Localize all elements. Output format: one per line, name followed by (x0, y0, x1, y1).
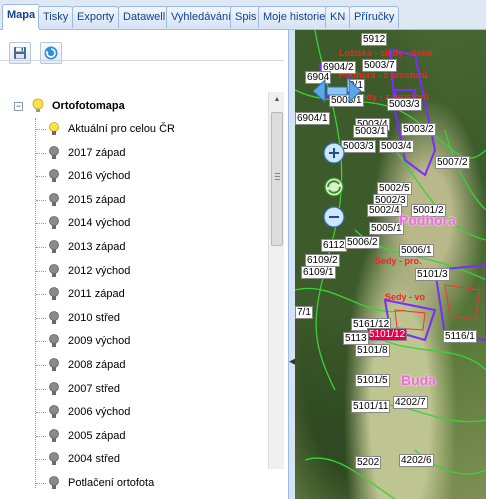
lightbulb-off-icon (49, 428, 59, 442)
tree-item-label: 2005 západ (68, 429, 126, 442)
lightbulb-off-icon (49, 287, 59, 301)
tree-item-label: 2012 východ (68, 264, 131, 277)
tree-item-label: 2009 východ (68, 335, 131, 348)
lightbulb-on-icon (49, 122, 59, 135)
tree-item-layer[interactable]: Aktuální pro celou ČR (48, 119, 175, 139)
collapse-toggle[interactable]: − (14, 101, 23, 111)
tree-item-label: 2013 západ (68, 241, 126, 253)
tree-item-label: 2015 západ (68, 193, 126, 206)
tree-item-label: 2007 střed (68, 382, 120, 395)
pan-arrows-icon (312, 78, 362, 104)
tree-root-label: Ortofotomapa (52, 100, 125, 112)
zoom-out-button[interactable] (323, 206, 345, 228)
pan-control[interactable] (312, 78, 362, 107)
tree-item-label: 2004 střed (68, 453, 120, 466)
tree-item-layer[interactable]: 2009 východ (48, 331, 130, 351)
tree-item-label: 2017 západ (68, 146, 126, 159)
tree-item-label: Potlačení ortofota (68, 477, 155, 489)
lightbulb-off-icon (49, 216, 59, 230)
lightbulb-off-icon (49, 405, 59, 419)
place-label-buda: Buda (401, 372, 436, 388)
tree-item-layer[interactable]: 2005 západ (48, 426, 126, 446)
tab-vyhledavani[interactable]: Vyhledávání (166, 6, 237, 28)
tree-item-layer[interactable]: 2012 východ (48, 261, 130, 281)
lightbulb-off-icon (49, 381, 59, 395)
lightbulb-off-icon (49, 145, 59, 159)
map-view[interactable]: Ložiska - sledy - doba Podhora - z prost… (295, 30, 486, 499)
zoom-extent-icon (324, 177, 344, 197)
lightbulb-off-icon (49, 358, 59, 371)
refresh-icon (44, 46, 58, 60)
tree-item-layer[interactable]: 2015 západ (48, 190, 126, 210)
zoom-in-button[interactable] (323, 142, 345, 164)
tree-item-layer[interactable]: Potlačení ortofota (48, 473, 154, 493)
tree-item-layer[interactable]: 2016 východ (48, 166, 130, 186)
tree-item-label: 2008 západ (68, 359, 126, 371)
lightbulb-off-icon (49, 192, 59, 206)
tree-item-layer[interactable]: 2014 východ (48, 213, 130, 233)
tab-spis[interactable]: Spis (230, 6, 262, 28)
floppy-disk-icon (14, 47, 26, 59)
tree-item-label: 2010 střed (68, 311, 120, 324)
lightbulb-off-icon (49, 334, 59, 348)
zoom-out-icon (323, 206, 345, 228)
tab-tisky[interactable]: Tisky (38, 6, 74, 28)
tab-moje-historie[interactable]: Moje historie (258, 6, 331, 28)
tree-item-label: Aktuální pro celou ČR (68, 123, 175, 135)
zoom-in-icon (323, 142, 345, 164)
lightbulb-off-icon (49, 263, 59, 277)
lightbulb-off-icon (49, 169, 59, 183)
tab-datawell[interactable]: Datawell (118, 6, 171, 28)
tree-item-layer[interactable]: 2010 střed (48, 308, 120, 328)
tab-bar: Mapa Tisky Exporty Datawell Vyhledávání … (0, 0, 486, 30)
tree-item-layer[interactable]: 2007 střed (48, 379, 120, 399)
lightbulb-off-icon (49, 452, 59, 466)
tree-item-layer[interactable]: 2011 západ (48, 284, 125, 304)
lightbulb-on-icon (32, 98, 44, 112)
scroll-up-icon[interactable]: ▲ (269, 92, 285, 106)
tree-node-ortofotomapa[interactable]: − Ortofotomapa (14, 96, 125, 116)
tree-item-layer[interactable]: 2017 západ (48, 143, 126, 163)
tab-prirucky[interactable]: Příručky (349, 6, 400, 28)
tree-item-label: 2011 západ (68, 288, 125, 301)
tab-exporty[interactable]: Exporty (72, 6, 120, 28)
tree-item-layer[interactable]: 2013 západ (48, 237, 126, 257)
lightbulb-off-icon (49, 310, 59, 324)
tree-item-label: 2016 východ (68, 170, 131, 183)
tree-item-label: 2014 východ (68, 217, 131, 230)
tree-scrollbar[interactable]: ▲ (268, 92, 284, 469)
tree-item-label: 2006 východ (68, 406, 131, 419)
tree-item-layer[interactable]: 2004 střed (48, 449, 120, 469)
lightbulb-off-icon (49, 476, 59, 489)
place-label-podhora: Podhora (399, 212, 456, 228)
scroll-thumb[interactable] (271, 112, 283, 246)
tab-mapa[interactable]: Mapa (2, 4, 41, 30)
tree-item-layer[interactable]: 2006 východ (48, 402, 130, 422)
tab-kn[interactable]: KN (325, 6, 351, 28)
tree-item-layer[interactable]: 2008 západ (48, 355, 126, 375)
lightbulb-off-icon (49, 240, 59, 253)
zoom-extent-button[interactable] (323, 176, 345, 198)
